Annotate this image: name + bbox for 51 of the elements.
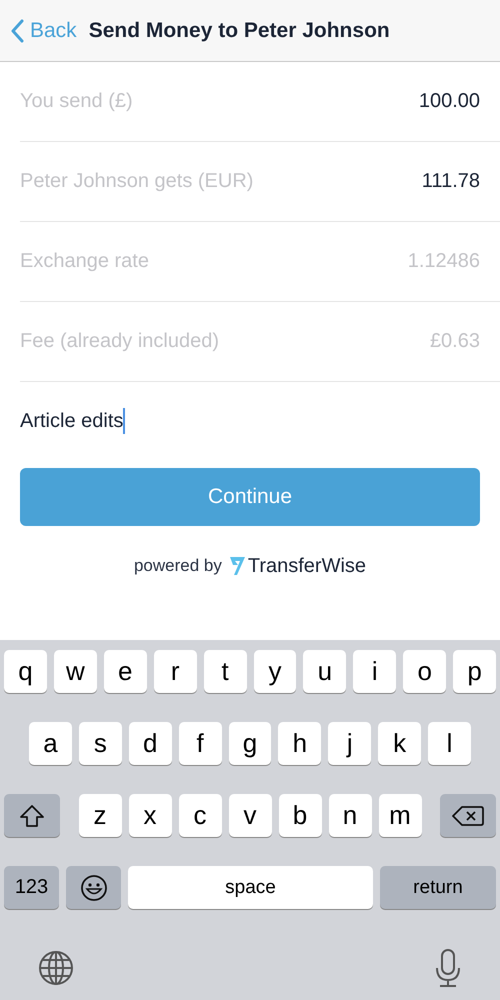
letter-key[interactable]: g: [228, 722, 272, 765]
letter-key[interactable]: u: [303, 650, 346, 693]
note-field[interactable]: Article edits: [20, 382, 500, 460]
row-label: Fee (already included): [20, 330, 219, 353]
letter-key[interactable]: f: [178, 722, 222, 765]
screen-title: Send Money to Peter Johnson: [88, 18, 390, 42]
delete-key[interactable]: [440, 794, 496, 837]
letter-key[interactable]: a: [29, 722, 72, 765]
letter-key[interactable]: h: [278, 722, 322, 765]
flag-logo-icon: [228, 555, 246, 577]
brand-name: TransferWise: [248, 554, 366, 578]
letter-key[interactable]: n: [328, 794, 372, 837]
powered-by-text: powered by: [134, 556, 222, 576]
row-value: 100.00: [418, 90, 480, 113]
letter-key[interactable]: p: [453, 650, 496, 693]
letter-key[interactable]: t: [204, 650, 247, 693]
smiley-icon: [80, 874, 108, 902]
letter-key[interactable]: v: [228, 794, 272, 837]
shift-key[interactable]: [4, 794, 60, 837]
row-value: 1.12486: [408, 250, 480, 273]
shift-icon: [19, 804, 45, 828]
letter-key[interactable]: k: [378, 722, 422, 765]
backspace-icon: [452, 804, 484, 826]
numbers-key[interactable]: 123: [4, 866, 59, 909]
row-label: Peter Johnson gets (EUR): [20, 170, 254, 193]
emoji-key[interactable]: [66, 866, 121, 909]
return-key[interactable]: return: [380, 866, 496, 909]
letter-key[interactable]: j: [328, 722, 372, 765]
row-label: Exchange rate: [20, 250, 149, 273]
chevron-left-icon: [10, 18, 24, 42]
letter-key[interactable]: x: [128, 794, 172, 837]
letter-key[interactable]: e: [104, 650, 147, 693]
letter-key[interactable]: d: [128, 722, 172, 765]
space-key[interactable]: space: [128, 866, 373, 909]
letter-key[interactable]: c: [178, 794, 222, 837]
letter-key[interactable]: w: [54, 650, 97, 693]
row-label: You send (£): [20, 90, 133, 113]
row-value: £0.63: [430, 330, 480, 353]
letter-key[interactable]: r: [154, 650, 197, 693]
letter-key[interactable]: q: [4, 650, 47, 693]
row-value: 111.78: [422, 170, 480, 193]
letter-key[interactable]: i: [353, 650, 396, 693]
letter-key[interactable]: o: [403, 650, 446, 693]
globe-icon[interactable]: [38, 950, 74, 986]
letter-key[interactable]: m: [378, 794, 422, 837]
letter-key[interactable]: b: [278, 794, 322, 837]
letter-key[interactable]: l: [428, 722, 472, 765]
letter-key[interactable]: y: [254, 650, 296, 693]
microphone-icon[interactable]: [434, 948, 462, 988]
letter-key[interactable]: z: [78, 794, 122, 837]
letter-key[interactable]: s: [78, 722, 122, 765]
